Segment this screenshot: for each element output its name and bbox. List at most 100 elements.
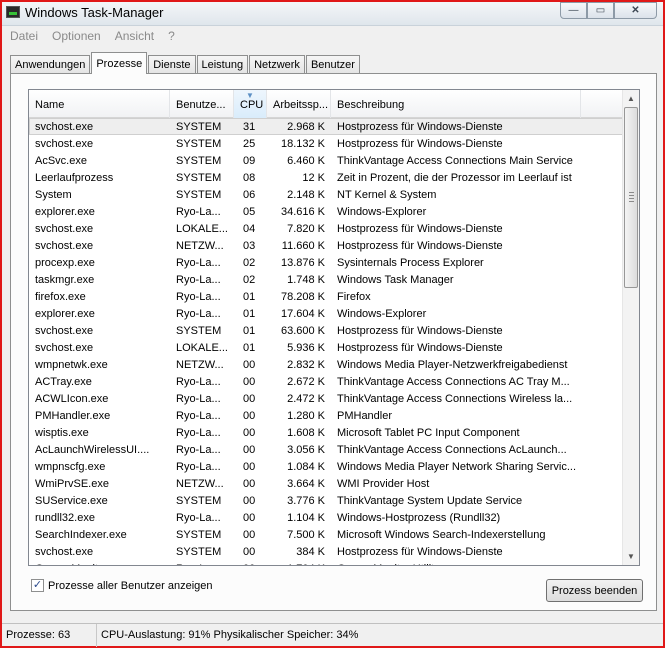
process-row[interactable]: svchost.exe SYSTEM 31 2.968 K Hostprozess fü… xyxy=(29,118,623,135)
status-usage: CPU-Auslastung: 91% Physikalischer Speic… xyxy=(101,629,359,641)
process-cpu: 03 xyxy=(243,239,256,252)
process-row[interactable]: System SYSTEM 06 2.148 K NT Kernel & System xyxy=(29,186,623,203)
process-user: Ryo-La... xyxy=(176,375,221,388)
scroll-thumb[interactable] xyxy=(624,107,638,288)
process-memory: 3.056 K xyxy=(287,443,325,456)
process-row[interactable]: ACTray.exe Ryo-La... 00 2.672 K ThinkVantage… xyxy=(29,373,623,390)
process-cpu: 00 xyxy=(243,477,256,490)
process-memory: 3.776 K xyxy=(287,494,325,507)
process-user: Ryo-La... xyxy=(176,426,221,439)
process-row[interactable]: wmpnscfg.exe Ryo-La... 00 1.084 K Windows Me… xyxy=(29,458,623,475)
tab-benutzer[interactable]: Benutzer xyxy=(305,55,360,74)
process-description: WMI Provider Host xyxy=(337,477,430,490)
column-header-name[interactable]: Name xyxy=(29,90,170,118)
column-header-description[interactable]: Beschreibung xyxy=(331,90,581,118)
process-cpu: 00 xyxy=(243,545,256,558)
close-button[interactable]: ✕ xyxy=(614,2,657,19)
show-all-users-checkbox[interactable]: ✓ xyxy=(31,579,44,592)
process-row[interactable]: svchost.exe SYSTEM 00 384 K Hostprozess für … xyxy=(29,543,623,560)
end-process-button[interactable]: Prozess beenden xyxy=(546,579,643,602)
menu-optionen[interactable]: Optionen xyxy=(52,29,101,43)
process-name: svchost.exe xyxy=(35,545,94,558)
process-memory: 384 K xyxy=(296,545,325,558)
process-row[interactable]: taskmgr.exe Ryo-La... 02 1.748 K Windows Tas… xyxy=(29,271,623,288)
process-cpu: 31 xyxy=(243,120,256,133)
task-manager-app-icon xyxy=(6,6,20,18)
process-memory: 34.616 K xyxy=(280,205,325,218)
process-memory: 7.820 K xyxy=(287,222,325,235)
process-user: Ryo-La... xyxy=(176,460,221,473)
process-name: System xyxy=(35,188,72,201)
process-name: svchost.exe xyxy=(35,324,94,337)
process-row[interactable]: explorer.exe Ryo-La... 01 17.604 K Windows-E… xyxy=(29,305,623,322)
process-user: Ryo-La... xyxy=(170,563,234,566)
process-row[interactable]: GrooveMonitor.exeRyo-La...001.704 KGroov… xyxy=(29,560,623,566)
process-cpu: 00 xyxy=(243,426,256,439)
process-row[interactable]: SUService.exe SYSTEM 00 3.776 K ThinkVantage… xyxy=(29,492,623,509)
tab-leistung[interactable]: Leistung xyxy=(196,55,249,74)
process-name: wmpnscfg.exe xyxy=(35,460,106,473)
process-row[interactable]: procexp.exe Ryo-La... 02 13.876 K Sysinterna… xyxy=(29,254,623,271)
processes-panel: Name Benutze... ▼ CPU Arbeitssp... Besch… xyxy=(10,73,657,611)
process-row[interactable]: AcLaunchWirelessUI.... Ryo-La... 00 3.056 K… xyxy=(29,441,623,458)
process-name: firefox.exe xyxy=(35,290,86,303)
process-name: svchost.exe xyxy=(35,239,94,252)
process-row[interactable]: WmiPrvSE.exe NETZW... 00 3.664 K WMI Provide… xyxy=(29,475,623,492)
process-user: SYSTEM xyxy=(176,545,222,558)
process-row[interactable]: svchost.exe SYSTEM 01 63.600 K Hostprozess f… xyxy=(29,322,623,339)
menu-ansicht[interactable]: Ansicht xyxy=(115,29,154,43)
process-cpu: 08 xyxy=(243,171,256,184)
title-bar[interactable]: Windows Task-Manager — ▭ ✕ xyxy=(2,2,663,26)
process-cpu: 00 xyxy=(243,443,256,456)
column-header-memory[interactable]: Arbeitssp... xyxy=(267,90,331,118)
column-header-cpu[interactable]: ▼ CPU xyxy=(234,90,267,118)
process-row[interactable]: wmpnetwk.exe NETZW... 00 2.832 K Windows Med… xyxy=(29,356,623,373)
process-cpu: 00 xyxy=(243,409,256,422)
tab-anwendungen[interactable]: Anwendungen xyxy=(10,55,91,74)
process-memory: 13.876 K xyxy=(280,256,325,269)
process-row[interactable]: ACWLIcon.exe Ryo-La... 00 2.472 K ThinkVanta… xyxy=(29,390,623,407)
process-row[interactable]: svchost.exe SYSTEM 25 18.132 K Hostprozess f… xyxy=(29,135,623,152)
minimize-button[interactable]: — xyxy=(560,2,587,19)
process-user: LOKALE... xyxy=(176,222,228,235)
process-user: Ryo-La... xyxy=(176,205,221,218)
process-list[interactable]: Name Benutze... ▼ CPU Arbeitssp... Besch… xyxy=(28,89,640,566)
process-description: Hostprozess für Windows-Dienste xyxy=(337,137,503,150)
process-row[interactable]: SearchIndexer.exe SYSTEM 00 7.500 K Microsof… xyxy=(29,526,623,543)
vertical-scrollbar[interactable]: ▲ ▼ xyxy=(622,90,639,565)
process-row[interactable]: firefox.exe Ryo-La... 01 78.208 K Firefox xyxy=(29,288,623,305)
process-name: WmiPrvSE.exe xyxy=(35,477,109,490)
process-cpu: 00 xyxy=(243,358,256,371)
task-manager-window: Windows Task-Manager — ▭ ✕ Datei Optione… xyxy=(0,0,665,648)
process-memory: 78.208 K xyxy=(280,290,325,303)
scroll-down-arrow-icon[interactable]: ▼ xyxy=(623,548,639,565)
process-cpu: 09 xyxy=(243,154,256,167)
sort-descending-icon: ▼ xyxy=(246,91,254,100)
process-memory: 3.664 K xyxy=(287,477,325,490)
scroll-up-arrow-icon[interactable]: ▲ xyxy=(623,90,639,107)
tab-prozesse[interactable]: Prozesse xyxy=(91,52,148,74)
process-memory: 12 K xyxy=(302,171,325,184)
menu-datei[interactable]: Datei xyxy=(10,29,38,43)
menu-help[interactable]: ? xyxy=(168,29,175,43)
process-cpu: 25 xyxy=(243,137,256,150)
process-row[interactable]: svchost.exe LOKALE... 01 5.936 K Hostprozess… xyxy=(29,339,623,356)
caption-buttons: — ▭ ✕ xyxy=(560,2,657,19)
process-memory: 2.968 K xyxy=(287,120,325,133)
maximize-button[interactable]: ▭ xyxy=(587,2,614,19)
process-row[interactable]: explorer.exe Ryo-La... 05 34.616 K Windows-E… xyxy=(29,203,623,220)
process-description: Windows-Explorer xyxy=(337,307,427,320)
process-row[interactable]: AcSvc.exe SYSTEM 09 6.460 K ThinkVantage Acc… xyxy=(29,152,623,169)
process-row[interactable]: svchost.exe LOKALE... 04 7.820 K Hostprozess… xyxy=(29,220,623,237)
process-row[interactable]: svchost.exe NETZW... 03 11.660 K Hostprozess… xyxy=(29,237,623,254)
process-row[interactable]: rundll32.exe Ryo-La... 00 1.104 K Windows-Ho… xyxy=(29,509,623,526)
process-row[interactable]: Leerlaufprozess SYSTEM 08 12 K Zeit in Proze… xyxy=(29,169,623,186)
show-all-users-option[interactable]: ✓ Prozesse aller Benutzer anzeigen xyxy=(31,579,212,592)
process-user: Ryo-La... xyxy=(176,273,221,286)
process-row[interactable]: PMHandler.exe Ryo-La... 00 1.280 K PMHandler xyxy=(29,407,623,424)
column-header-user[interactable]: Benutze... xyxy=(170,90,234,118)
tab-dienste[interactable]: Dienste xyxy=(148,55,196,74)
process-row[interactable]: wisptis.exe Ryo-La... 00 1.608 K Microsoft T… xyxy=(29,424,623,441)
tab-netzwerk[interactable]: Netzwerk xyxy=(249,55,305,74)
process-memory: 2.832 K xyxy=(287,358,325,371)
